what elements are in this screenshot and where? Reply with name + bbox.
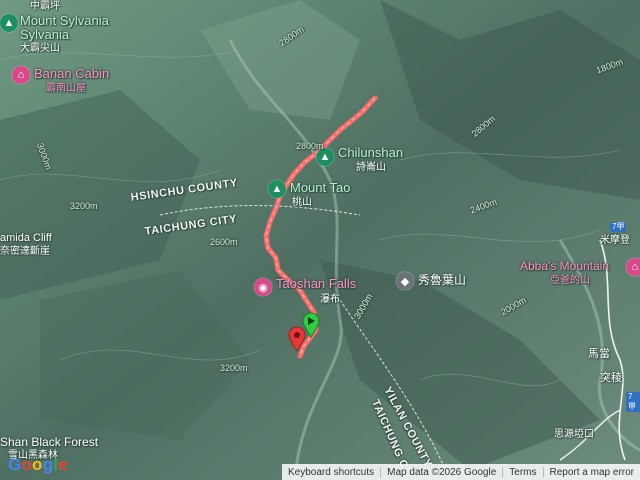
label-top-left: 中霸坪 [30, 1, 60, 12]
place-label-abba-zh: 亞爸的山 [550, 275, 590, 286]
end-marker[interactable] [288, 326, 306, 352]
peak-label-sylvania-zh: 大霸尖山 [20, 43, 60, 54]
place-label-mimodeng: 米摩登 [600, 235, 630, 246]
peak-label-chilunshan[interactable]: Chilunshan [338, 146, 403, 159]
place-label-amida: amida Cliff [0, 232, 52, 244]
keyboard-shortcuts-link[interactable]: Keyboard shortcuts [282, 467, 380, 478]
contour-label: 3200m [70, 201, 98, 211]
place-label-madang: 馬當 [588, 348, 610, 360]
contour-label: 3200m [220, 363, 248, 373]
peak-label-tao[interactable]: Mount Tao [290, 181, 350, 194]
peak-label-tao-zh: 桃山 [292, 197, 312, 208]
contour-label: 2800m [296, 141, 324, 151]
place-label-banan[interactable]: Banan Cabin [34, 67, 109, 80]
hut-icon[interactable]: ⌂ [626, 258, 640, 276]
place-label-falls[interactable]: Taoshan Falls [276, 277, 356, 290]
place-label-falls-zh: 瀑布 [320, 294, 340, 305]
contour-label: 2600m [210, 237, 238, 247]
terms-link[interactable]: Terms [502, 466, 542, 478]
camera-icon[interactable]: ◉ [254, 278, 272, 296]
attribution-bar: Keyboard shortcuts Map data ©2026 Google… [281, 464, 640, 480]
google-logo[interactable]: Google [8, 455, 68, 475]
peak-icon[interactable]: ▲ [268, 180, 286, 198]
hut-icon[interactable]: ⌂ [12, 66, 30, 84]
place-label-blackforest: Shan Black Forest [0, 435, 99, 449]
place-label-amida-zh: 奈密達斷崖 [0, 246, 50, 257]
road-shield: 7甲 [610, 222, 627, 232]
place-label-banan-zh: 霸南山屋 [46, 83, 86, 94]
place-label-siyuan: 思源埡口 [554, 429, 594, 440]
peak-label-sylvania[interactable]: Mount Sylvania [20, 14, 109, 27]
report-error-link[interactable]: Report a map error [542, 466, 640, 478]
place-label-xiuluye: 秀魯葉山 [418, 273, 467, 287]
peak-label-sylvania-2: Sylvania [20, 27, 70, 42]
place-label-tuling: 突稜 [600, 372, 622, 384]
school-icon[interactable]: ◆ [396, 272, 414, 290]
peak-label-chilunshan-zh: 詩崙山 [356, 162, 386, 173]
peak-icon[interactable]: ▲ [0, 14, 18, 32]
road-shield: 7甲 [626, 392, 640, 412]
map-data-label: Map data ©2026 Google [380, 466, 502, 478]
place-label-abba[interactable]: Abba's Mountain [520, 260, 609, 273]
